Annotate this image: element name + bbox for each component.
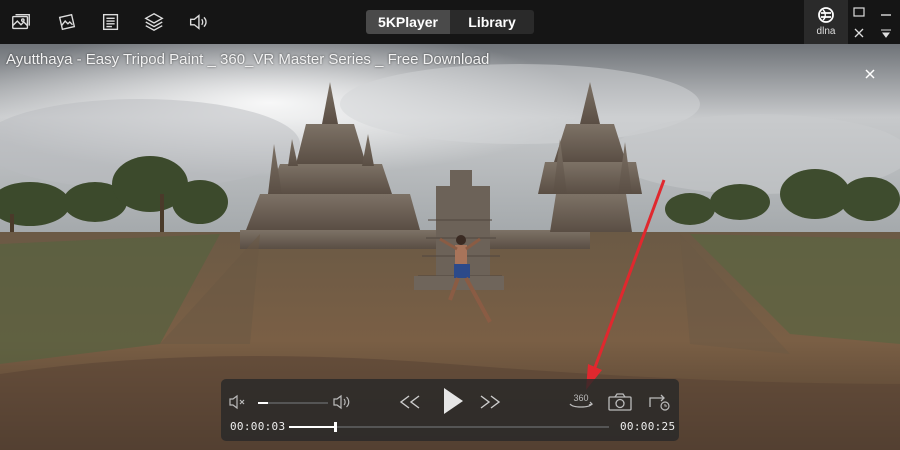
rewind-icon bbox=[399, 395, 420, 409]
dlna-label: dlna bbox=[816, 26, 836, 37]
volume-up-button[interactable] bbox=[331, 392, 353, 412]
360-view-icon: 360 bbox=[569, 393, 594, 408]
camera-icon bbox=[608, 393, 632, 411]
rewind-button[interactable] bbox=[397, 391, 423, 413]
document-icon[interactable] bbox=[99, 10, 123, 34]
total-time: 00:00:25 bbox=[620, 420, 676, 433]
current-time: 00:00:03 bbox=[230, 420, 286, 433]
play-button[interactable] bbox=[439, 385, 467, 417]
seek-handle[interactable] bbox=[333, 422, 337, 432]
360-mode-label: 360 bbox=[573, 393, 588, 403]
video-area[interactable]: Ayutthaya - Easy Tripod Paint _ 360_VR M… bbox=[0, 44, 900, 450]
pin-icon bbox=[881, 29, 891, 38]
pin-button[interactable] bbox=[878, 26, 894, 40]
dlna-button[interactable]: dlna bbox=[804, 0, 848, 44]
fast-forward-icon bbox=[480, 395, 501, 409]
play-icon bbox=[444, 388, 463, 414]
playback-controls: 360 00:00:03 00:00:25 bbox=[221, 379, 679, 441]
photo-edit-icon[interactable] bbox=[55, 10, 79, 34]
tab-library[interactable]: Library bbox=[450, 10, 534, 34]
seek-progress bbox=[289, 426, 334, 428]
tab-5kplayer[interactable]: 5KPlayer bbox=[366, 10, 450, 34]
loop-timer-icon bbox=[649, 394, 670, 411]
close-icon bbox=[865, 69, 875, 79]
360-mode-button[interactable]: 360 bbox=[566, 389, 596, 413]
layers-icon[interactable] bbox=[142, 10, 166, 34]
snapshot-button[interactable] bbox=[606, 391, 634, 413]
close-icon bbox=[854, 28, 864, 38]
video-title: Ayutthaya - Easy Tripod Paint _ 360_VR M… bbox=[6, 51, 490, 68]
restore-icon bbox=[881, 14, 891, 16]
fast-forward-button[interactable] bbox=[477, 391, 503, 413]
volume-level bbox=[258, 402, 268, 404]
seek-bar[interactable] bbox=[289, 422, 609, 432]
title-bar: 5KPlayer Library dlna bbox=[0, 0, 900, 44]
mute-button[interactable] bbox=[227, 392, 249, 412]
photo-icon[interactable] bbox=[9, 10, 33, 34]
minimize-icon bbox=[853, 7, 865, 17]
view-tabs: 5KPlayer Library bbox=[366, 10, 534, 34]
volume-muted-icon bbox=[229, 394, 245, 410]
close-video-button[interactable] bbox=[862, 66, 878, 82]
close-button[interactable] bbox=[851, 26, 867, 40]
minimize-button[interactable] bbox=[851, 5, 867, 19]
restore-button[interactable] bbox=[878, 5, 894, 19]
audio-icon[interactable] bbox=[186, 10, 210, 34]
volume-icon bbox=[333, 394, 350, 410]
loop-button[interactable] bbox=[645, 391, 673, 413]
volume-slider[interactable] bbox=[258, 402, 328, 404]
dlna-icon bbox=[818, 7, 834, 23]
